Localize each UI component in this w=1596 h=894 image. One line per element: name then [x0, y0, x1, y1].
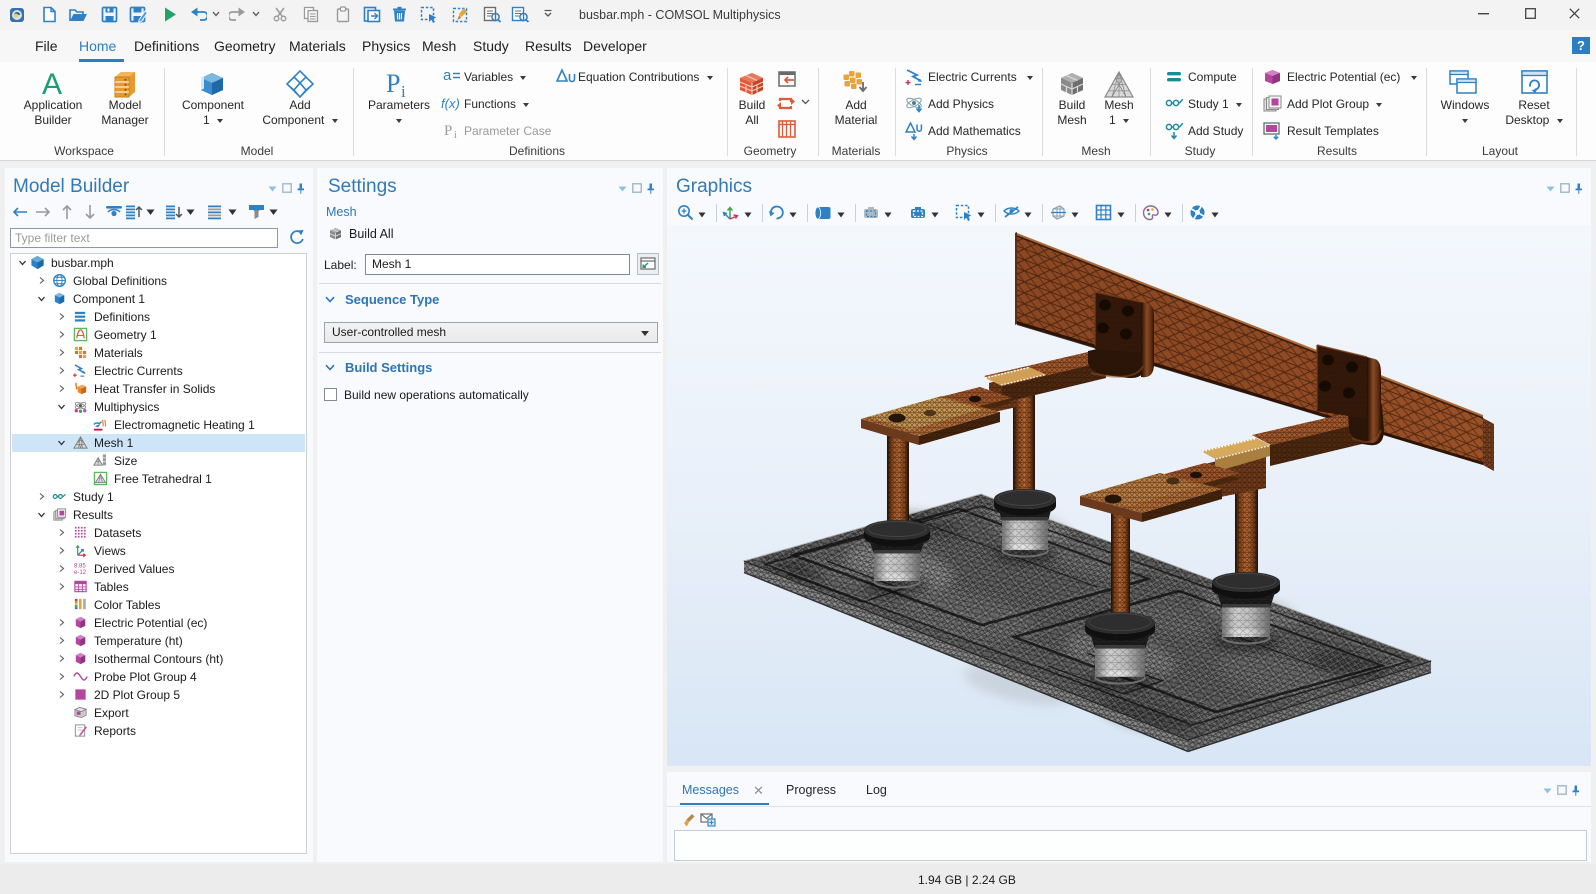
svg-text:P: P	[444, 123, 452, 139]
svg-text:A: A	[42, 70, 62, 98]
svg-text:a: a	[443, 68, 452, 84]
svg-text:f(x): f(x)	[441, 96, 460, 111]
svg-text:i: i	[454, 130, 457, 139]
svg-text:P: P	[386, 70, 400, 98]
svg-text:e-12: e-12	[74, 569, 87, 576]
